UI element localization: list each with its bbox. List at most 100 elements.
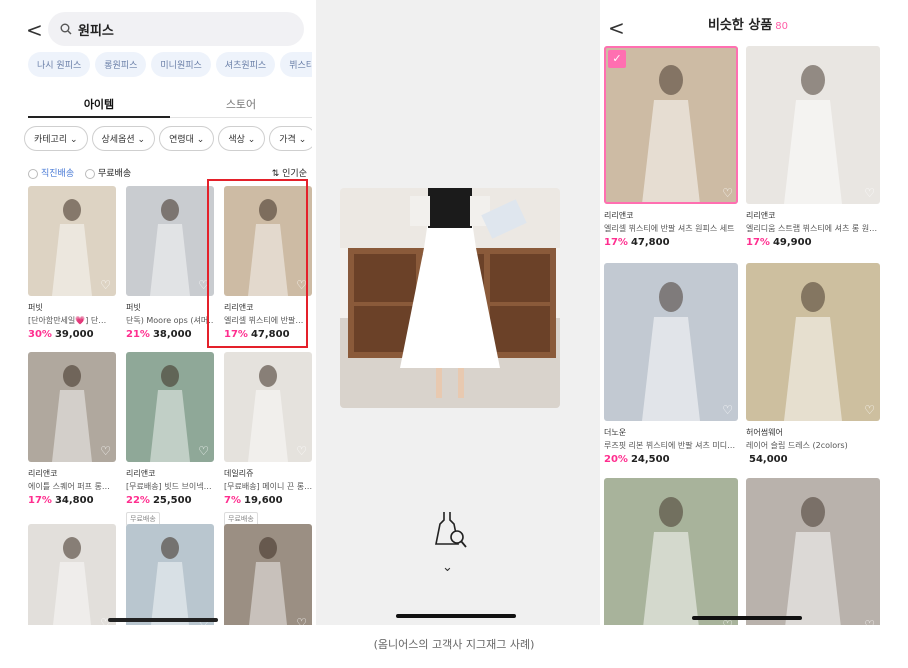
- heart-icon[interactable]: ♡: [296, 616, 307, 625]
- product-card[interactable]: ♡: [28, 524, 116, 625]
- product-thumbnail[interactable]: ♡: [224, 352, 312, 462]
- product-price: 54,000: [746, 454, 880, 465]
- product-thumbnail[interactable]: ♡: [126, 524, 214, 625]
- price-value: 34,800: [54, 495, 94, 506]
- product-thumbnail[interactable]: ♡: [746, 46, 880, 204]
- shop-name: 리리앤코: [28, 469, 58, 478]
- similar-product-card[interactable]: ♡ ✓ 리리앤코엘리셀 뷔스티에 반팔 셔츠 원피스 세트 17% 47,800: [604, 46, 738, 248]
- product-card[interactable]: ♡ 퍼빗 단독) Moore ops (셔머… 21% 38,000: [126, 186, 214, 340]
- product-thumbnail[interactable]: ♡ ✓: [604, 46, 738, 204]
- product-card[interactable]: ♡ 리리앤코에이틀 스퀘어 퍼프 롱… 17% 34,800: [28, 352, 116, 506]
- similar-product-card[interactable]: ♡: [604, 478, 738, 625]
- shop-name: 퍼빗: [28, 303, 43, 312]
- related-chips: 나시 원피스롱원피스미니원피스셔츠원피스뷔스티에 원: [28, 52, 312, 77]
- chip[interactable]: 셔츠원피스: [215, 52, 276, 77]
- product-name: 엘리셀 뷔스티에 반팔 셔츠 원피스 세트: [604, 224, 735, 233]
- product-price: 20% 24,500: [604, 454, 738, 465]
- product-thumbnail[interactable]: ♡: [604, 263, 738, 421]
- discount-rate: 17%: [746, 237, 770, 248]
- model-silhouette: [249, 537, 287, 625]
- similar-product-card[interactable]: ♡ 더노운 루즈핏 리본 뷔스티에 반팔 셔츠 미디… 20% 24,500: [604, 263, 738, 465]
- chip[interactable]: 뷔스티에 원: [280, 52, 312, 77]
- product-thumbnail[interactable]: ♡: [746, 263, 880, 421]
- product-name: 레이어 슬립 드레스 (2colors): [746, 441, 848, 450]
- heart-icon[interactable]: ♡: [864, 403, 875, 417]
- product-name: 에이틀 스퀘어 퍼프 롱…: [28, 482, 110, 491]
- heart-icon[interactable]: ♡: [198, 444, 209, 458]
- query-image[interactable]: [340, 188, 560, 408]
- model-silhouette: [151, 537, 189, 625]
- sort-icon: ⇅: [271, 169, 283, 179]
- dress-search-icon[interactable]: [434, 510, 468, 550]
- shop-name: 리리앤코: [746, 211, 776, 220]
- check-icon: ✓: [608, 50, 626, 68]
- back-button[interactable]: <: [26, 20, 43, 40]
- tab-stores[interactable]: 스토어: [170, 88, 312, 118]
- price-value: 19,600: [243, 495, 283, 506]
- chip[interactable]: 롱원피스: [95, 52, 147, 77]
- product-thumbnail[interactable]: ♡: [746, 478, 880, 625]
- filter-color[interactable]: 색상 ⌄: [218, 126, 266, 151]
- highlight-box: [207, 179, 308, 348]
- tab-items[interactable]: 아이템: [28, 88, 170, 118]
- chip[interactable]: 나시 원피스: [28, 52, 91, 77]
- price-value: 38,000: [152, 329, 192, 340]
- product-thumbnail[interactable]: ♡: [224, 524, 312, 625]
- filter-price[interactable]: 가격 ⌄: [269, 126, 312, 151]
- chip[interactable]: 미니원피스: [151, 52, 211, 77]
- discount-rate: 22%: [126, 495, 150, 506]
- direct-delivery-option[interactable]: 직진배송: [28, 168, 74, 179]
- discount-rate: 17%: [28, 495, 52, 506]
- selected-border: [604, 46, 738, 204]
- discount-rate: 30%: [28, 329, 52, 340]
- visual-search-screen: ⌄: [316, 0, 600, 625]
- product-price: 7% 19,600: [224, 495, 312, 506]
- product-name: [무료배송] 메이니 끈 롱…: [224, 482, 312, 491]
- radio-icon: [28, 168, 38, 179]
- model-silhouette: [643, 497, 699, 625]
- product-price: 17% 47,800: [604, 237, 738, 248]
- model-silhouette: [53, 537, 91, 625]
- product-thumbnail[interactable]: ♡: [28, 524, 116, 625]
- product-thumbnail[interactable]: ♡: [28, 186, 116, 296]
- price-value: 24,500: [630, 454, 670, 465]
- filter-category[interactable]: 카테고리 ⌄: [24, 126, 88, 151]
- heart-icon[interactable]: ♡: [100, 278, 111, 292]
- filter-age[interactable]: 연령대 ⌄: [159, 126, 215, 151]
- shop-name: 데일리쥬: [224, 469, 254, 478]
- filter-detail[interactable]: 상세옵션 ⌄: [91, 126, 156, 151]
- home-indicator: [108, 618, 218, 622]
- search-input[interactable]: 원피스: [48, 12, 304, 46]
- product-thumbnail[interactable]: ♡: [126, 352, 214, 462]
- product-card[interactable]: ♡ 데일리쥬 [무료배송] 메이니 끈 롱… 7% 19,600 무료배송: [224, 352, 312, 526]
- radio-icon: [85, 168, 95, 179]
- heart-icon[interactable]: ♡: [864, 186, 875, 200]
- similar-product-card[interactable]: ♡ 리리앤코 엘리디움 스트랩 뷔스티에 셔츠 롱 원… 17% 49,900: [746, 46, 880, 248]
- price-value: 54,000: [749, 454, 788, 465]
- similar-product-card[interactable]: ♡: [746, 478, 880, 625]
- shop-name: 리리앤코: [604, 211, 634, 220]
- heart-icon[interactable]: ♡: [100, 444, 111, 458]
- shop-name: 리리앤코: [126, 469, 156, 478]
- result-tabs: 아이템 스토어: [28, 88, 312, 118]
- product-price: 22% 25,500: [126, 495, 214, 506]
- product-card[interactable]: ♡: [224, 524, 312, 625]
- options-row: 직진배송 무료배송 ⇅ 인기순: [28, 166, 312, 179]
- product-card[interactable]: ♡: [126, 524, 214, 625]
- free-shipping-option[interactable]: 무료배송: [85, 168, 131, 179]
- heart-icon[interactable]: ♡: [864, 618, 875, 625]
- shop-name: 더노운: [604, 428, 627, 437]
- product-thumbnail[interactable]: ♡: [604, 478, 738, 625]
- product-thumbnail[interactable]: ♡: [126, 186, 214, 296]
- search-results-screen: < 원피스 나시 원피스롱원피스미니원피스셔츠원피스뷔스티에 원 아이템 스토어…: [14, 0, 312, 625]
- product-card[interactable]: ♡ 퍼빗 [단아함만세일💗] 단… 30% 39,000: [28, 186, 116, 340]
- similar-product-card[interactable]: ♡ 허어썸웨어 레이어 슬립 드레스 (2colors) 54,000: [746, 263, 880, 465]
- product-card[interactable]: ♡ 리리앤코 [무료배송] 빗드 브이넥… 22% 25,500 무료배송: [126, 352, 214, 526]
- product-thumbnail[interactable]: ♡: [28, 352, 116, 462]
- heart-icon[interactable]: ♡: [722, 403, 733, 417]
- chevron-down-icon[interactable]: ⌄: [442, 560, 453, 575]
- sort-dropdown[interactable]: ⇅ 인기순: [272, 166, 307, 179]
- similar-products-screen: < 비슷한 상품 80 ♡ ✓ 리리앤코 엘리셀 뷔스티에 반팔 셔츠 원피스 세트 17…: [602, 0, 894, 625]
- heart-icon[interactable]: ♡: [296, 444, 307, 458]
- product-name: 엘리디움 스트랩 뷔스티에 셔츠 롱 원…: [746, 224, 878, 233]
